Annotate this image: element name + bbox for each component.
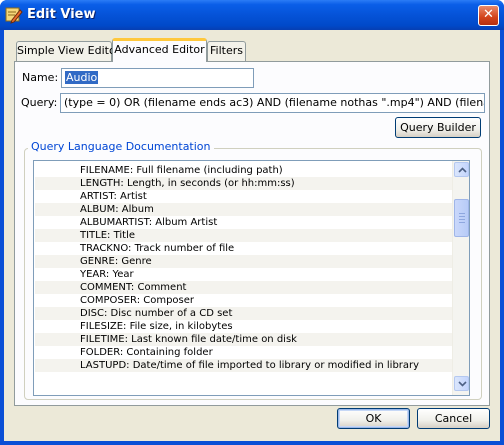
list-item: LASTUPD: Date/time of file imported to l… (35, 359, 453, 372)
tab-label: Advanced Editor (114, 43, 205, 56)
query-label: Query: (21, 96, 58, 109)
ok-label: OK (365, 412, 382, 425)
list-item: TRACKNO: Track number of file (80, 243, 235, 254)
thumb-grip-line (459, 222, 465, 223)
ok-button[interactable]: OK (337, 408, 410, 429)
window-title: Edit View (27, 7, 96, 22)
close-button[interactable]: ✕ (478, 5, 499, 26)
advanced-editor-panel: Name: Audio Query: (type = 0) OR (filena… (14, 61, 490, 406)
list-item: COMPOSER: Composer (80, 295, 195, 306)
list-item: ALBUM: Album (35, 203, 453, 216)
name-label: Name: (22, 71, 59, 84)
documentation-list[interactable]: FILENAME: Full filename (including path)… (33, 160, 470, 396)
tab-label: Filters (210, 44, 243, 57)
tab-simple-view-editor[interactable]: Simple View Editor (16, 41, 120, 61)
query-builder-button[interactable]: Query Builder (395, 117, 481, 138)
thumb-grip-line (459, 219, 465, 220)
list-item: LENGTH: Length, in seconds (or hh:mm:ss) (35, 177, 453, 190)
close-icon: ✕ (483, 7, 494, 22)
list-item: TITLE: Title (35, 229, 453, 242)
name-value: Audio (65, 71, 99, 84)
cancel-button[interactable]: Cancel (417, 408, 490, 429)
list-item: ARTIST: Artist (80, 191, 147, 202)
query-value: (type = 0) OR (filename ends ac3) AND (f… (64, 96, 484, 109)
scroll-up-button[interactable] (454, 162, 469, 177)
list-item: DISC: Disc number of a CD set (35, 307, 453, 320)
tab-label: Simple View Editor (17, 44, 121, 57)
list-item: COMMENT: Comment (35, 281, 453, 294)
tab-advanced-editor[interactable]: Advanced Editor (112, 38, 207, 62)
dialog-client-area: Simple View Editor Advanced Editor Filte… (4, 30, 500, 441)
scroll-down-arrow-icon (458, 381, 467, 387)
edit-view-window: Edit View ✕ Simple View Editor Advanced … (0, 0, 504, 445)
tab-filters[interactable]: Filters (207, 41, 246, 61)
list-item: FILENAME: Full filename (including path) (80, 165, 283, 176)
title-bar[interactable]: Edit View ✕ (0, 0, 504, 30)
documentation-title: Query Language Documentation (28, 140, 214, 153)
scroll-up-arrow-icon (458, 167, 467, 173)
list-item: FILETIME: Last known file date/time on d… (35, 333, 453, 346)
cancel-label: Cancel (434, 412, 473, 425)
list-item: FILESIZE: File size, in kilobytes (80, 321, 233, 332)
scrollbar-thumb[interactable] (454, 199, 469, 237)
query-field[interactable]: (type = 0) OR (filename ends ac3) AND (f… (60, 93, 485, 113)
list-item: FOLDER: Containing folder (80, 347, 213, 358)
thumb-grip-line (459, 213, 465, 214)
thumb-grip-line (459, 216, 465, 217)
query-builder-label: Query Builder (400, 121, 476, 134)
name-field[interactable]: Audio (61, 68, 254, 88)
list-item: ALBUMARTIST: Album Artist (80, 217, 218, 228)
list-item: YEAR: Year (80, 269, 134, 280)
list-item: GENRE: Genre (35, 255, 453, 268)
scroll-down-button[interactable] (454, 376, 469, 391)
vertical-scrollbar[interactable] (452, 161, 469, 395)
pencil-icon (5, 7, 23, 24)
